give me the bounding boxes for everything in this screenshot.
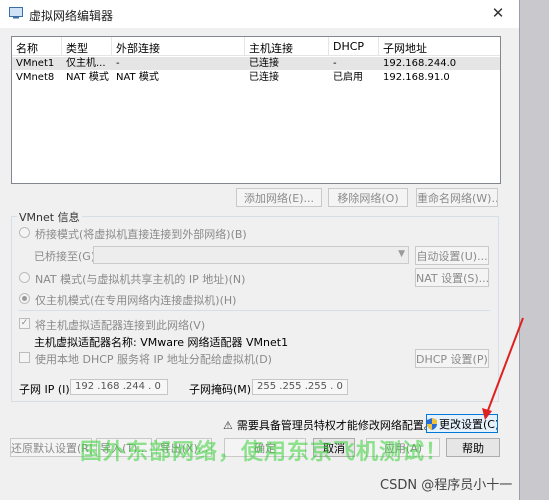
annotation-arrow: [482, 317, 524, 420]
csdn-credit: CSDN @程序员小十一: [380, 478, 513, 493]
watermark-text: 国外东部网络，使用东京飞机测试！: [80, 440, 449, 465]
